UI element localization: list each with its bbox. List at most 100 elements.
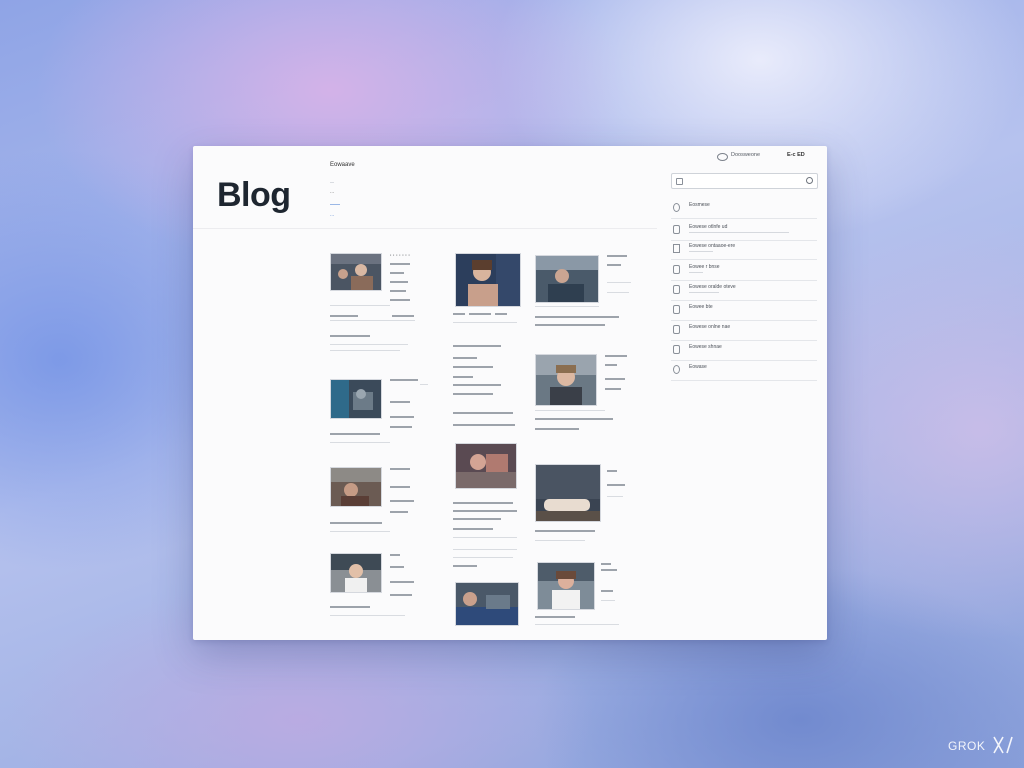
post-text xyxy=(453,424,515,426)
post-text xyxy=(453,549,517,550)
post-text xyxy=(535,316,619,318)
post-title[interactable]: · · · · · · · xyxy=(390,253,410,259)
post-card[interactable] xyxy=(535,460,635,550)
post-card[interactable] xyxy=(535,558,635,638)
post-text xyxy=(601,590,613,592)
sidebar-item-label: Eowese otlnfe ud xyxy=(689,224,728,230)
post-thumbnail[interactable] xyxy=(330,467,382,507)
post-text xyxy=(605,378,625,380)
breadcrumb[interactable]: ... xyxy=(330,212,334,218)
post-card[interactable] xyxy=(535,350,635,440)
grok-wordmark: GROK xyxy=(948,739,986,753)
post-text xyxy=(390,272,404,274)
sidebar-item-label: Eowee bte xyxy=(689,304,713,310)
sidebar-item[interactable]: Eowee bte xyxy=(671,300,817,321)
post-text xyxy=(469,313,491,315)
post-text xyxy=(495,313,507,315)
post-text xyxy=(453,366,493,368)
grok-logo-icon xyxy=(993,736,1013,754)
post-thumbnail[interactable] xyxy=(537,562,595,610)
sidebar-item-label: Eowese oralde oteve xyxy=(689,284,736,290)
document-icon xyxy=(673,244,680,253)
post-text xyxy=(601,569,617,571)
post-text xyxy=(330,320,415,321)
sidebar-item[interactable]: Eowese shnae xyxy=(671,340,817,361)
eye-icon[interactable] xyxy=(717,153,728,161)
post-text xyxy=(535,540,585,541)
circle-icon xyxy=(673,203,680,212)
post-text xyxy=(535,418,613,420)
post-card[interactable] xyxy=(330,462,435,542)
post-thumbnail[interactable] xyxy=(455,443,517,489)
post-card[interactable] xyxy=(453,545,523,630)
post-thumbnail[interactable] xyxy=(535,255,599,303)
post-text xyxy=(390,299,410,301)
post-text xyxy=(607,255,627,257)
post-text xyxy=(390,554,400,556)
blog-header: Blog Eowaave ... ... xyxy=(193,146,657,229)
post-thumbnail[interactable] xyxy=(535,354,597,406)
post-thumbnail[interactable] xyxy=(330,253,382,291)
post-text xyxy=(390,511,408,513)
sidebar-item[interactable]: Eowese otlnfe ud xyxy=(671,220,817,241)
post-text xyxy=(453,313,465,315)
search-input[interactable] xyxy=(671,173,818,189)
account-link[interactable]: E-c ED xyxy=(787,152,805,158)
post-text xyxy=(390,426,412,428)
post-thumbnail[interactable] xyxy=(330,553,382,593)
search-icon[interactable] xyxy=(806,177,813,184)
post-text xyxy=(535,624,619,625)
sidebar-item[interactable]: Eowase xyxy=(671,360,817,381)
post-card[interactable] xyxy=(453,354,523,434)
post-text xyxy=(453,345,501,347)
post-text xyxy=(390,281,408,283)
post-thumbnail[interactable] xyxy=(535,464,601,522)
sidebar-item[interactable]: Eowese onlne nae xyxy=(671,320,817,341)
post-text xyxy=(605,388,621,390)
post-text xyxy=(390,566,404,568)
post-text xyxy=(601,600,615,601)
sidebar-item[interactable]: Eosmese xyxy=(671,198,817,219)
post-text xyxy=(607,496,623,497)
site-name[interactable]: Eowaave xyxy=(330,162,355,168)
post-text xyxy=(390,416,414,418)
post-thumbnail[interactable] xyxy=(455,253,521,307)
post-text xyxy=(535,616,575,618)
post-card[interactable] xyxy=(330,375,435,455)
post-text xyxy=(390,401,410,403)
sidebar-item-subline xyxy=(689,232,789,233)
post-text xyxy=(453,376,473,378)
post-text xyxy=(390,581,414,583)
sidebar-item[interactable]: Eowese ontaaoe-ere xyxy=(671,239,817,260)
post-text xyxy=(607,484,625,486)
pin-icon xyxy=(673,265,680,274)
sidebar-item-label: Eowese onlne nae xyxy=(689,324,731,330)
post-card[interactable] xyxy=(453,250,523,350)
post-text xyxy=(330,305,390,306)
post-text xyxy=(601,563,611,565)
post-card[interactable] xyxy=(330,548,435,628)
post-text xyxy=(605,355,627,357)
sidebar-item-subline xyxy=(689,292,719,293)
post-text xyxy=(330,606,370,608)
sidebar-item[interactable]: Eowee r bnse xyxy=(671,260,817,281)
tagline: ... xyxy=(330,189,335,195)
post-thumbnail[interactable] xyxy=(330,379,382,419)
sidebar-item-label: Eowase xyxy=(689,364,707,370)
sidebar-item[interactable]: Eowese oralde oteve xyxy=(671,280,817,301)
post-card[interactable]: · · · · · · · xyxy=(330,250,435,360)
question-icon xyxy=(673,305,680,314)
post-card[interactable] xyxy=(453,440,523,540)
post-text xyxy=(453,510,517,512)
post-text xyxy=(390,468,410,470)
page-title: Blog xyxy=(217,176,291,214)
phone-icon xyxy=(673,225,680,234)
top-link[interactable]: Doosweone xyxy=(731,152,760,158)
filter-icon xyxy=(676,178,683,185)
post-thumbnail[interactable] xyxy=(455,582,519,626)
post-text xyxy=(420,384,428,385)
post-card[interactable] xyxy=(535,250,635,340)
post-text xyxy=(390,263,410,265)
sidebar-item-label: Eowee r bnse xyxy=(689,264,720,270)
gear-icon xyxy=(673,325,680,334)
